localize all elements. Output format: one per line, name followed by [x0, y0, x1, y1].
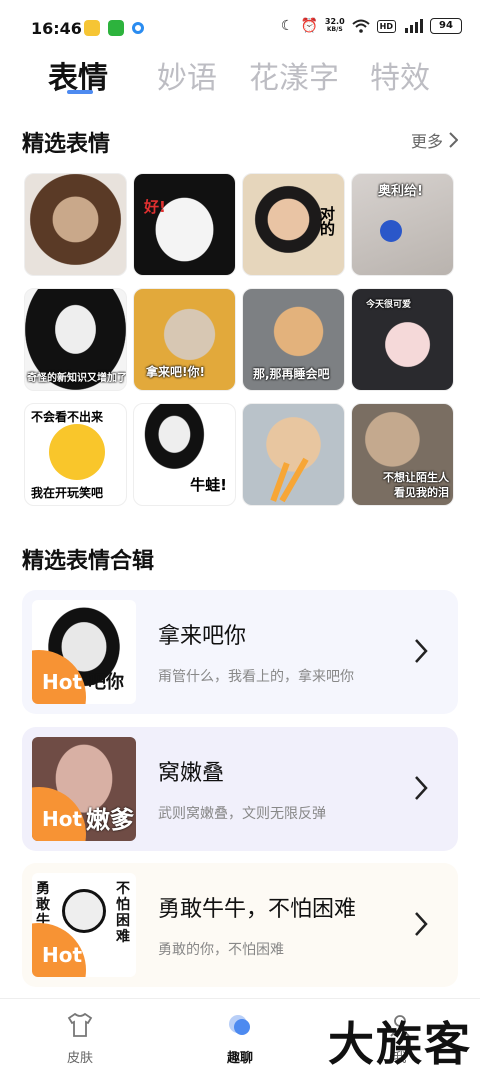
wifi-icon — [351, 19, 370, 33]
tab-fancy-text[interactable]: 花漾字 — [249, 53, 339, 97]
watch-icon — [380, 220, 402, 242]
main-content: 精选表情 更多 好! 对的 奥利给! 奇怪的新知识又增加了 拿来吧!你! 那,那… — [0, 106, 480, 998]
tshirt-icon — [67, 1012, 93, 1037]
nav-chat[interactable]: 趣聊 — [210, 1011, 270, 1066]
featured-section-title: 精选表情 — [22, 132, 111, 157]
chevron-right-icon — [415, 912, 428, 936]
nav-chat-label: 趣聊 — [226, 1051, 253, 1066]
smirk-face-icon — [49, 424, 105, 480]
wechat-notification-icon — [108, 20, 124, 36]
sticker-item[interactable]: 奇怪的新知识又增加了 — [24, 288, 127, 391]
hot-badge: Hot — [42, 943, 83, 967]
collection-title: 勇敢牛牛，不怕困难 — [158, 897, 357, 922]
collection-subtitle: 武则窝嫩叠，文则无限反弹 — [158, 806, 326, 822]
collection-thumbnail: Hot 嫩爹 — [32, 737, 136, 841]
tab-effects[interactable]: 特效 — [370, 53, 430, 97]
tab-quotes[interactable]: 妙语 — [157, 53, 217, 97]
status-icons: ☾ ⏰ 32.0 KB/S HD 94 — [281, 18, 462, 34]
sticker-item[interactable]: 那,那再睡会吧 — [242, 288, 345, 391]
sticker-grid: 好! 对的 奥利给! 奇怪的新知识又增加了 拿来吧!你! 那,那再睡会吧 今天很… — [24, 173, 456, 506]
chevron-right-icon — [415, 776, 428, 800]
category-tabs: 表情 妙语 花漾字 特效 — [0, 50, 480, 106]
sticker-item[interactable] — [24, 173, 127, 276]
sticker-item[interactable]: 对的 — [242, 173, 345, 276]
sticker-item[interactable]: 奥利给! — [351, 173, 454, 276]
hd-icon: HD — [376, 19, 396, 33]
thumbnail-caption: 嫩爹 — [86, 806, 134, 834]
browser-notification-icon — [132, 22, 144, 34]
nav-skin[interactable]: 皮肤 — [50, 1011, 110, 1066]
chat-bubble-icon — [229, 1015, 250, 1035]
chevron-right-icon — [449, 132, 458, 148]
collection-card[interactable]: Hot 吧你 拿来吧你 甭管什么，我看上的，拿来吧你 — [22, 590, 458, 714]
watermark: 大族客 — [328, 1017, 472, 1071]
sticker-item[interactable]: 今天很可爱 — [351, 288, 454, 391]
sticker-item[interactable]: 不会看不出来 我在开玩笑吧 — [24, 403, 127, 506]
collection-title: 窝嫩叠 — [158, 761, 225, 786]
tab-indicator — [67, 90, 93, 94]
collection-thumbnail: Hot 吧你 — [32, 600, 136, 704]
alarm-icon: ⏰ — [300, 18, 318, 34]
hot-badge: Hot — [42, 807, 83, 831]
sticker-item[interactable]: 不想让陌生人 看见我的泪 — [351, 403, 454, 506]
more-label: 更多 — [410, 132, 443, 151]
signal-icon — [405, 19, 423, 33]
collection-card[interactable]: Hot 嫩爹 窝嫩叠 武则窝嫩叠，文则无限反弹 — [22, 727, 458, 851]
collection-title: 拿来吧你 — [158, 624, 247, 649]
sticker-item[interactable] — [242, 403, 345, 506]
chevron-right-icon — [415, 639, 428, 663]
collection-subtitle: 甭管什么，我看上的，拿来吧你 — [158, 669, 354, 685]
status-bar: 16:46 ☾ ⏰ 32.0 KB/S HD 94 — [0, 0, 480, 56]
thumbnail-caption-right: 不怕困难 — [116, 881, 130, 945]
nav-skin-label: 皮肤 — [66, 1051, 93, 1066]
collection-subtitle: 勇敢的你，不怕困难 — [158, 942, 284, 958]
app-notification-icon — [84, 20, 100, 36]
thumbnail-caption: 吧你 — [88, 672, 124, 693]
collection-thumbnail: 勇敢牛牛 不怕困难 Hot — [32, 873, 136, 977]
sticker-item[interactable]: 好! — [133, 173, 236, 276]
collection-card[interactable]: 勇敢牛牛 不怕困难 Hot 勇敢牛牛，不怕困难 勇敢的你，不怕困难 — [22, 863, 458, 987]
moon-icon: ☾ — [280, 18, 294, 34]
battery-indicator: 94 — [430, 18, 462, 34]
sticker-item[interactable]: 拿来吧!你! — [133, 288, 236, 391]
collections-section-title: 精选表情合辑 — [22, 549, 155, 574]
cow-character — [62, 889, 106, 933]
hot-badge: Hot — [42, 670, 83, 694]
status-time: 16:46 — [31, 19, 82, 38]
network-speed: 32.0 KB/S — [324, 17, 345, 34]
more-button[interactable]: 更多 — [411, 128, 458, 152]
sticker-item[interactable]: 牛蛙! — [133, 403, 236, 506]
